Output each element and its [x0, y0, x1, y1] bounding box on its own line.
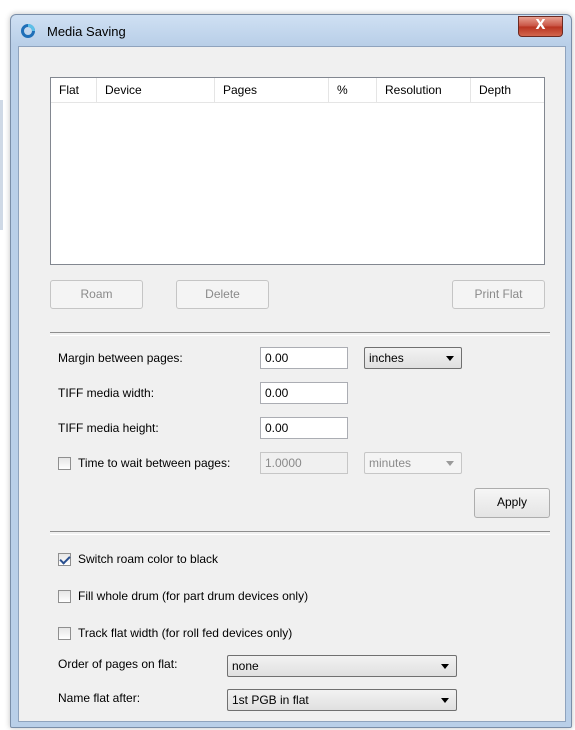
- background-edge: [0, 100, 3, 230]
- section-divider-bottom: [50, 531, 550, 535]
- margin-unit-value: inches: [369, 351, 404, 365]
- app-ring-icon: [21, 24, 35, 38]
- switch-roam-label: Switch roam color to black: [78, 552, 219, 566]
- order-value: none: [232, 659, 259, 673]
- margin-unit-select[interactable]: inches: [364, 347, 462, 369]
- wait-label: Time to wait between pages:: [78, 456, 231, 470]
- order-label: Order of pages on flat:: [58, 657, 178, 671]
- section-divider-top: [50, 332, 550, 336]
- column-header-pages[interactable]: Pages: [215, 78, 329, 102]
- column-header-device[interactable]: Device: [97, 78, 215, 102]
- wait-checkbox[interactable]: [58, 457, 71, 470]
- fill-drum-checkbox[interactable]: [58, 590, 71, 603]
- tiff-width-label: TIFF media width:: [58, 386, 155, 400]
- column-header-percent[interactable]: %: [329, 78, 377, 102]
- margin-input[interactable]: 0.00: [260, 347, 348, 369]
- column-header-depth[interactable]: Depth: [471, 78, 544, 102]
- chevron-down-icon: [441, 664, 449, 669]
- column-header-flat[interactable]: Flat: [51, 78, 97, 102]
- track-width-label: Track flat width (for roll fed devices o…: [78, 626, 293, 640]
- apply-button[interactable]: Apply: [474, 488, 550, 518]
- tiff-height-input[interactable]: 0.00: [260, 417, 348, 439]
- delete-button[interactable]: Delete: [176, 280, 269, 309]
- wait-unit-value: minutes: [369, 456, 412, 470]
- chevron-down-icon: [446, 356, 454, 361]
- wait-input[interactable]: 1.0000: [260, 452, 348, 474]
- tiff-width-input[interactable]: 0.00: [260, 382, 348, 404]
- fill-drum-label: Fill whole drum (for part drum devices o…: [78, 589, 309, 603]
- chevron-down-icon: [441, 698, 449, 703]
- flat-list[interactable]: Flat Device Pages % Resolution Depth: [50, 77, 545, 265]
- roam-button[interactable]: Roam: [50, 280, 143, 309]
- flat-list-header: Flat Device Pages % Resolution Depth: [51, 78, 544, 103]
- name-flat-value: 1st PGB in flat: [232, 693, 309, 707]
- media-saving-dialog: Media Saving X Flat Device Pages % Resol…: [10, 14, 572, 728]
- name-flat-label: Name flat after:: [58, 691, 141, 705]
- margin-label: Margin between pages:: [58, 351, 183, 365]
- close-button[interactable]: X: [518, 16, 563, 37]
- close-icon: X: [535, 18, 546, 33]
- chevron-down-icon: [446, 461, 454, 466]
- column-header-resolution[interactable]: Resolution: [377, 78, 471, 102]
- dialog-client-area: Flat Device Pages % Resolution Depth Roa…: [18, 46, 566, 722]
- switch-roam-checkbox[interactable]: [58, 553, 71, 566]
- name-flat-select[interactable]: 1st PGB in flat: [227, 689, 457, 711]
- track-width-checkbox[interactable]: [58, 627, 71, 640]
- tiff-height-label: TIFF media height:: [58, 421, 159, 435]
- title-bar[interactable]: Media Saving X: [11, 15, 571, 47]
- wait-unit-select[interactable]: minutes: [364, 452, 462, 474]
- print-flat-button[interactable]: Print Flat: [452, 280, 545, 309]
- window-title: Media Saving: [47, 24, 126, 39]
- order-select[interactable]: none: [227, 655, 457, 677]
